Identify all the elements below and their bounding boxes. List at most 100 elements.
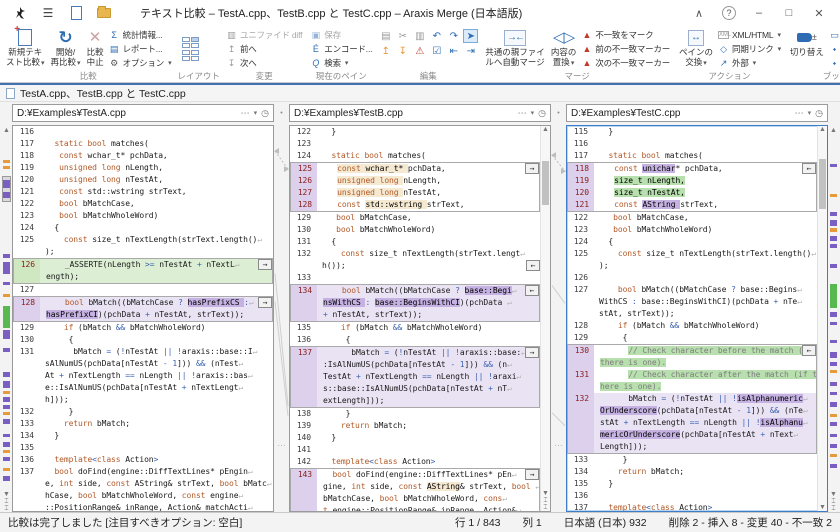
code-row[interactable]: 122 } — [290, 126, 540, 138]
code-row[interactable]: 128 bool bMatch((bMatchCase ? hasPrefixC… — [14, 297, 272, 309]
code-line-134[interactable]: 134 return bMatch; — [567, 466, 817, 478]
code-line-140[interactable]: 140 } — [290, 432, 540, 444]
code-line-120[interactable]: 120 unsigned long nTestAt, — [13, 174, 273, 186]
accept-icon[interactable]: ☑ — [429, 44, 444, 58]
help-button[interactable]: ? — [722, 6, 736, 20]
last-change-icon[interactable]: ⌶ — [828, 505, 839, 512]
code-row[interactable]: 130 { — [13, 334, 273, 346]
maximize-button[interactable]: □ — [774, 2, 804, 24]
code-line-142[interactable]: 142 template<class Action> — [290, 456, 540, 468]
scrollbar-track[interactable] — [541, 133, 550, 490]
new-document-icon[interactable] — [68, 5, 84, 21]
code-line-123[interactable]: 123 bool bMatchWholeWord) — [13, 210, 273, 222]
code-row[interactable]: 132 const size_t nTextLength(strText.len… — [290, 248, 540, 260]
last-change-icon[interactable]: ⌶ — [1, 505, 12, 512]
code-row[interactable]: 140 } — [290, 432, 540, 444]
insert-after-icon[interactable]: ↧ — [395, 44, 410, 58]
code-line-119[interactable]: 119 size_t nLength, — [567, 175, 817, 187]
code-row[interactable]: 131 { — [290, 236, 540, 248]
merge-arrow-button[interactable]: → — [525, 347, 539, 358]
code-row[interactable]: 116 — [567, 138, 817, 150]
code-line-118[interactable]: 118 const unichar* pchData,← — [567, 162, 817, 175]
code-line-136[interactable]: 136 — [567, 490, 817, 502]
find-button[interactable]: Q検索▾ — [308, 56, 374, 70]
code-line-132[interactable]: 132 bMatch = (!nTestAt || !isAlphanumeri… — [567, 393, 817, 454]
edit-comment-button[interactable]: ▭コメントの編集... — [827, 28, 840, 42]
file-path-field-a[interactable]: D:¥Examples¥TestA.cpp ⋯ ▾ ◷ — [12, 104, 274, 122]
report-button[interactable]: ▤レポート... — [107, 42, 174, 56]
code-line-116[interactable]: 116 — [13, 126, 273, 138]
code-line-135[interactable]: 135 — [13, 442, 273, 454]
next-mismatch-button[interactable]: ▲次の不一致マーカー — [579, 56, 672, 70]
code-row[interactable]: 123 bool bMatchWholeWord) — [567, 224, 817, 236]
code-row[interactable]: 122 bool bMatchCase, — [567, 212, 817, 224]
external-button[interactable]: ↗外部▾ — [716, 56, 783, 70]
scroll-down-icon[interactable]: ▼ — [1, 491, 12, 498]
status-encoding[interactable]: 日本語 (日本) 932 — [564, 515, 647, 530]
history-clock-icon[interactable]: ◷ — [261, 108, 269, 119]
code-pane-a[interactable]: 116117 static bool matches(118 const wch… — [12, 125, 274, 512]
code-row[interactable]: bMatchCase, bool bMatchWholeWord, cons↵ — [291, 493, 539, 505]
code-line-118[interactable]: 118 const wchar_t* pchData, — [13, 150, 273, 162]
code-row[interactable]: ::PositionRange& inRange, Action& matchA… — [13, 502, 273, 511]
layout-button[interactable] — [182, 37, 199, 61]
code-row[interactable]: 143 bool doFind(engine::DiffTextLines* p… — [291, 469, 539, 481]
code-row[interactable]: 118 const unichar* pchData,← — [568, 163, 816, 175]
code-row[interactable]: 136 { — [290, 334, 540, 346]
code-line-120[interactable]: 120 size_t nTestAt, — [567, 187, 817, 199]
code-line-131[interactable]: 131 bMatch = (!nTestAt || !araxis::base:… — [13, 346, 273, 406]
remove-warning-icon[interactable]: ⚠ — [412, 44, 427, 58]
scroll-down-icon[interactable]: ▼ — [541, 490, 550, 497]
shift-right-icon[interactable]: ⇥ — [463, 44, 478, 58]
code-row[interactable]: At + nTextLength == nLength || !araxis::… — [13, 370, 273, 382]
code-row[interactable]: stAt + nTextLength == nLength || !isAlph… — [568, 417, 816, 429]
scroll-up-icon[interactable]: ▲ — [1, 127, 12, 134]
copy-icon[interactable]: ▥ — [412, 29, 427, 43]
code-line-122[interactable]: 122 } — [290, 126, 540, 138]
code-row[interactable]: 130 bool bMatchWholeWord) — [290, 224, 540, 236]
code-line-137[interactable]: 137 template<class Action> — [567, 502, 817, 511]
abort-comparison-button[interactable]: ✕ 比較 中止 — [84, 27, 107, 68]
code-row[interactable]: 126 _ASSERTE(nLength >= nTestAt + nTextL… — [14, 259, 272, 271]
last-change-icon[interactable]: ⌶ — [541, 504, 550, 511]
code-line-141[interactable]: 141 — [290, 444, 540, 456]
code-line-135[interactable]: 135 } — [567, 478, 817, 490]
code-row[interactable]: hCase, bool bMatchWholeWord, const engin… — [13, 490, 273, 502]
sync-links-button[interactable]: ◇同期リンク▾ — [716, 42, 783, 56]
code-row[interactable]: 134 bool bMatch((bMatchCase ? base::Begi… — [291, 285, 539, 297]
code-line-127[interactable]: 127 — [13, 284, 273, 296]
history-clock-icon[interactable]: ◷ — [815, 108, 823, 119]
code-row[interactable]: 129 bool bMatchCase, — [290, 212, 540, 224]
code-row[interactable]: 138 } — [290, 408, 540, 420]
start-recompare-button[interactable]: ↻ 開始/ 再比較▾ — [48, 27, 84, 69]
code-row[interactable]: OrUnderscore(pchData[nTestAt - 1])) && (… — [568, 405, 816, 417]
scroll-up-icon[interactable]: ▲ — [818, 126, 827, 133]
code-row[interactable]: 134 return bMatch; — [567, 466, 817, 478]
code-row[interactable]: sAlNumUS(pchData[nTestAt - 1])) && (nTes… — [13, 358, 273, 370]
save-button[interactable]: ▣保存 — [308, 28, 374, 42]
first-change-icon[interactable]: ⌶ — [828, 498, 839, 505]
code-row[interactable]: here is one). — [568, 381, 816, 393]
code-row[interactable]: 126 — [567, 272, 817, 284]
code-row[interactable]: 117 static bool matches( — [13, 138, 273, 150]
new-text-comparison-button[interactable]: + 新規テキ スト比較▾ — [3, 27, 48, 69]
open-folder-icon[interactable] — [96, 5, 112, 21]
code-line-117[interactable]: 117 static bool matches( — [13, 138, 273, 150]
minimize-button[interactable]: – — [744, 2, 774, 24]
code-row[interactable]: 119 unsigned long nLength, — [13, 162, 273, 174]
scrollbar-track[interactable] — [818, 133, 827, 504]
code-row[interactable]: ength); — [14, 271, 272, 283]
code-row[interactable]: 134 } — [13, 430, 273, 442]
merge-arrow-button[interactable]: → — [258, 297, 272, 308]
code-row[interactable]: 124 { — [567, 236, 817, 248]
code-row[interactable]: s::base::IsAlNumUS(pchData[nTestAt + nT↵ — [291, 383, 539, 395]
code-row[interactable]: 137 bool doFind(engine::DiffTextLines* p… — [13, 466, 273, 478]
previous-change-button[interactable]: ↥前へ — [224, 42, 304, 56]
scrollbar-c[interactable]: ▲ ▼ — [817, 126, 827, 511]
code-row[interactable]: 141 — [290, 444, 540, 456]
code-row[interactable]: 120 size_t nTestAt, — [568, 187, 816, 199]
code-line-128[interactable]: 128 if (bMatch && bMatchWholeWord) — [567, 320, 817, 332]
toggle-bookmark-button[interactable]: ± 切り替え — [787, 27, 827, 59]
shift-left-icon[interactable]: ⇤ — [446, 44, 461, 58]
code-line-132[interactable]: 132 } — [13, 406, 273, 418]
